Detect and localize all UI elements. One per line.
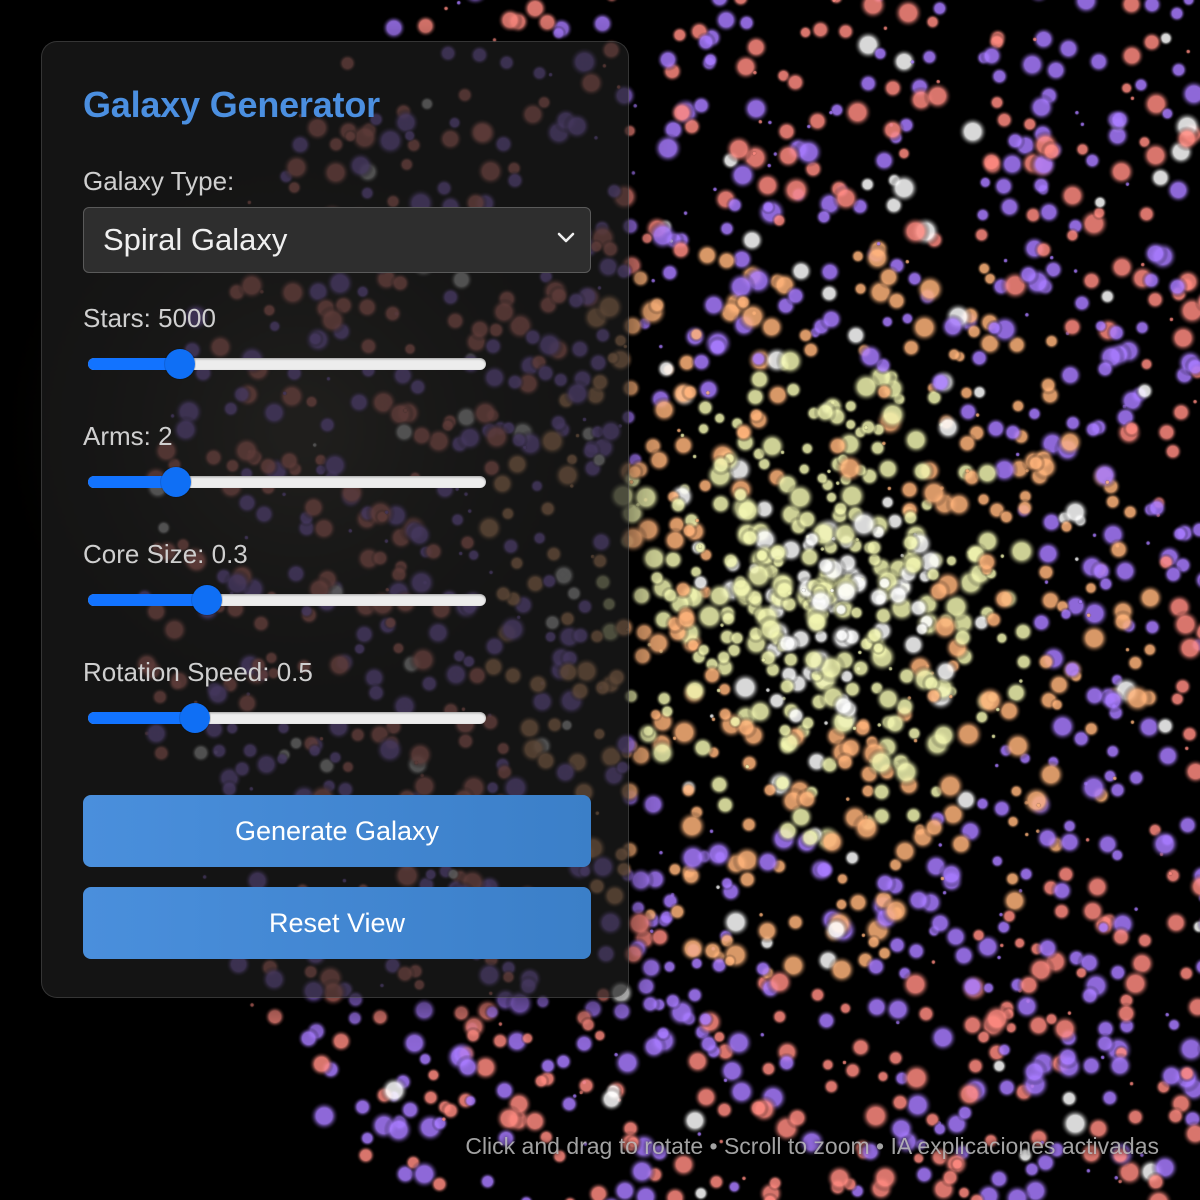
stars-slider[interactable] [88, 349, 486, 379]
slider-fill [88, 594, 208, 606]
chevron-down-icon [557, 232, 575, 243]
panel-title: Galaxy Generator [83, 84, 380, 125]
controls-panel: Galaxy Generator Galaxy Type: Spiral Gal… [41, 41, 629, 998]
galaxy-type-selected-value: Spiral Galaxy [103, 222, 288, 257]
slider-thumb[interactable] [192, 585, 223, 615]
slider-thumb[interactable] [180, 703, 211, 733]
slider-fill [88, 712, 196, 724]
galaxy-type-label: Galaxy Type: [83, 166, 235, 196]
core-size-slider[interactable] [88, 585, 486, 615]
stars-label: Stars: 5000 [83, 303, 216, 333]
rotation-speed-slider[interactable] [88, 703, 486, 733]
arms-label: Arms: 2 [83, 421, 173, 451]
footer-hint: Click and drag to rotate • Scroll to zoo… [465, 1133, 1159, 1159]
arms-slider[interactable] [88, 467, 486, 497]
galaxy-viewport[interactable]: Galaxy Generator Galaxy Type: Spiral Gal… [0, 0, 1200, 1200]
rotation-speed-label: Rotation Speed: 0.5 [83, 657, 313, 687]
core-size-label: Core Size: 0.3 [83, 539, 248, 569]
slider-thumb[interactable] [164, 349, 195, 379]
generate-galaxy-button[interactable]: Generate Galaxy [83, 795, 591, 867]
slider-thumb[interactable] [160, 467, 191, 497]
galaxy-type-select[interactable]: Spiral Galaxy [83, 207, 591, 273]
reset-view-button[interactable]: Reset View [83, 887, 591, 959]
